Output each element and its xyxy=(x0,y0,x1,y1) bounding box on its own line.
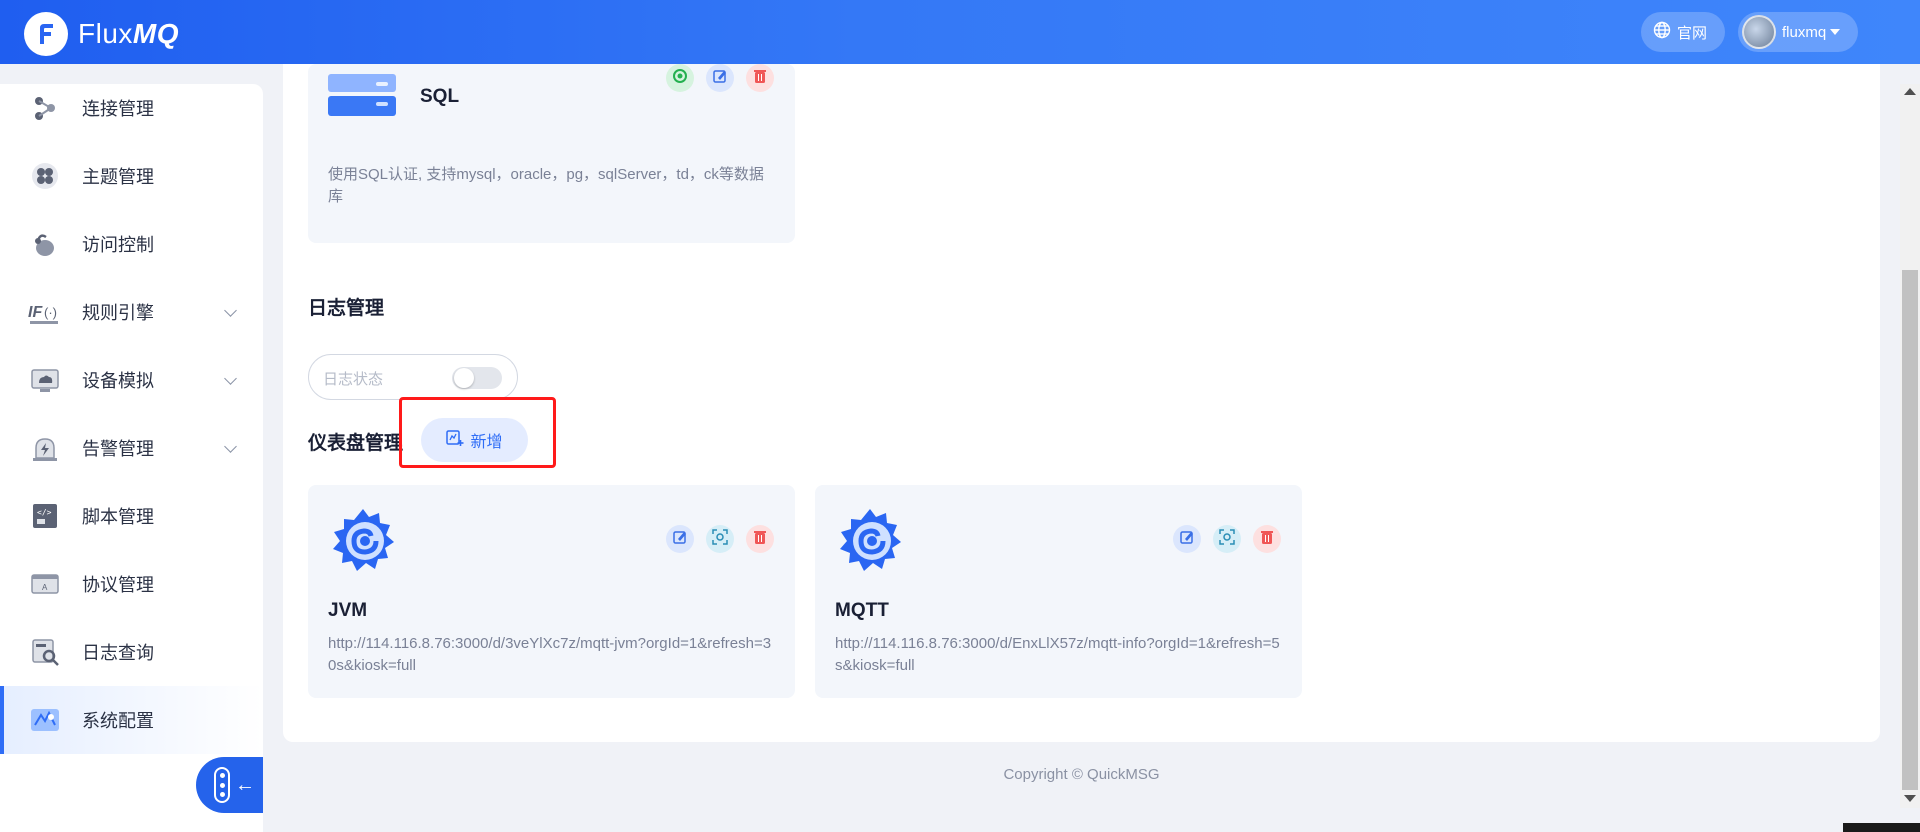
trash-icon xyxy=(1259,529,1275,550)
preview-button[interactable] xyxy=(1213,525,1241,553)
grafana-icon xyxy=(326,503,400,582)
taskbar-corner xyxy=(1843,823,1920,832)
dashboard-url[interactable]: http://114.116.8.76:3000/d/3veYlXc7z/mqt… xyxy=(328,633,778,677)
sidebar-item-connection[interactable]: 连接管理 xyxy=(0,74,263,142)
log-section-title: 日志管理 xyxy=(308,298,385,319)
protocol-icon: A xyxy=(28,567,62,601)
sidebar-item-access-control[interactable]: 访问控制 xyxy=(0,210,263,278)
sidebar-item-alarm[interactable]: 告警管理 xyxy=(0,414,263,482)
official-site-link[interactable]: 官网 xyxy=(1641,12,1725,52)
card-title: SQL xyxy=(420,86,460,107)
preview-button[interactable] xyxy=(706,525,734,553)
sidebar-item-log-search[interactable]: 日志查询 xyxy=(0,618,263,686)
svg-text:IF: IF xyxy=(28,304,43,321)
edit-button[interactable] xyxy=(1173,525,1201,553)
database-icon xyxy=(328,74,398,129)
power-icon xyxy=(672,68,688,89)
card-description: 使用SQL认证, 支持mysql，oracle，pg，sqlServer，td，… xyxy=(328,166,764,205)
scroll-down-icon[interactable] xyxy=(1904,795,1916,802)
delete-button[interactable] xyxy=(1253,525,1281,553)
copyright-text: Copyright © QuickMSG xyxy=(1003,766,1160,783)
logo-f-icon xyxy=(24,12,68,56)
avatar xyxy=(1742,15,1776,49)
system-config-icon xyxy=(28,703,62,737)
device-sim-icon xyxy=(28,363,62,397)
edit-button[interactable] xyxy=(706,64,734,92)
card-title: MQTT xyxy=(835,600,889,621)
chevron-down-icon xyxy=(224,440,237,453)
svg-text:(·): (·) xyxy=(44,305,57,320)
user-menu[interactable]: fluxmq xyxy=(1738,12,1858,52)
log-status-placeholder: 日志状态 xyxy=(323,371,384,388)
sidebar-item-label: 规则引擎 xyxy=(82,303,154,323)
sidebar-item-device-sim[interactable]: 设备模拟 xyxy=(0,346,263,414)
script-icon: </> xyxy=(28,499,62,533)
scan-icon xyxy=(712,528,728,550)
connection-icon xyxy=(28,91,62,125)
alarm-icon xyxy=(28,431,62,465)
delete-button[interactable] xyxy=(746,64,774,92)
sidebar-item-label: 协议管理 xyxy=(82,575,154,595)
scroll-up-icon[interactable] xyxy=(1904,88,1916,95)
brand-name: FluxMQ xyxy=(78,18,180,49)
footer: Copyright © QuickMSG xyxy=(0,766,1920,783)
trash-icon xyxy=(752,68,768,89)
grafana-icon xyxy=(833,503,907,582)
sidebar-item-protocol[interactable]: A 协议管理 xyxy=(0,550,263,618)
sidebar-item-script[interactable]: </> 脚本管理 xyxy=(0,482,263,550)
official-site-label: 官网 xyxy=(1677,24,1708,42)
delete-button[interactable] xyxy=(746,525,774,553)
sidebar: 连接管理 主题管理 访问控制 IF (·) 规则引擎 设备模拟 告警管理 </>… xyxy=(0,84,263,832)
log-status-field: 日志状态 xyxy=(308,354,518,400)
topic-icon xyxy=(28,159,62,193)
sidebar-item-label: 日志查询 xyxy=(82,643,154,663)
sidebar-item-label: 系统配置 xyxy=(82,711,154,731)
scan-icon xyxy=(1219,528,1235,550)
dashboard-card-jvm: JVM http://114.116.8.76:3000/d/3veYlXc7z… xyxy=(308,485,795,698)
dashboard-card-mqtt: MQTT http://114.116.8.76:3000/d/EnxLlX57… xyxy=(815,485,1302,698)
trash-icon xyxy=(752,529,768,550)
sidebar-item-label: 访问控制 xyxy=(82,235,154,255)
edit-icon xyxy=(1179,529,1195,550)
log-status-toggle[interactable] xyxy=(452,367,502,389)
edit-button[interactable] xyxy=(666,525,694,553)
edit-icon xyxy=(712,68,728,89)
sidebar-item-system-config[interactable]: 系统配置 xyxy=(0,686,263,754)
enable-button[interactable] xyxy=(666,64,694,92)
access-control-icon xyxy=(28,227,62,261)
sidebar-item-label: 连接管理 xyxy=(82,99,154,119)
auth-card-sql: SQL 使用SQL认证, 支持mysql，oracle，pg，sqlServer… xyxy=(308,64,795,243)
scrollbar-thumb[interactable] xyxy=(1902,270,1918,790)
chevron-down-icon xyxy=(224,304,237,317)
dashboard-section-title: 仪表盘管理 xyxy=(308,433,404,454)
card-title: JVM xyxy=(328,600,368,621)
username-label: fluxmq xyxy=(1782,23,1827,41)
top-header: FluxMQ 官网 fluxmq xyxy=(0,0,1920,64)
brand-logo[interactable]: FluxMQ xyxy=(24,12,179,56)
log-search-icon xyxy=(28,635,62,669)
rule-engine-icon: IF (·) xyxy=(28,295,62,329)
sidebar-item-rule-engine[interactable]: IF (·) 规则引擎 xyxy=(0,278,263,346)
sidebar-item-label: 主题管理 xyxy=(82,167,154,187)
sidebar-item-label: 设备模拟 xyxy=(82,371,154,391)
highlight-annotation xyxy=(399,397,556,468)
globe-icon xyxy=(1653,21,1671,43)
sidebar-item-topic[interactable]: 主题管理 xyxy=(0,142,263,210)
svg-text:A: A xyxy=(42,583,48,592)
sidebar-item-label: 告警管理 xyxy=(82,439,154,459)
edit-icon xyxy=(672,529,688,550)
svg-text:</>: </> xyxy=(37,508,52,517)
chevron-down-icon xyxy=(224,372,237,385)
sidebar-item-label: 脚本管理 xyxy=(82,507,154,527)
caret-down-icon xyxy=(1830,29,1841,35)
dashboard-url[interactable]: http://114.116.8.76:3000/d/EnxLlX57z/mqt… xyxy=(835,633,1285,677)
